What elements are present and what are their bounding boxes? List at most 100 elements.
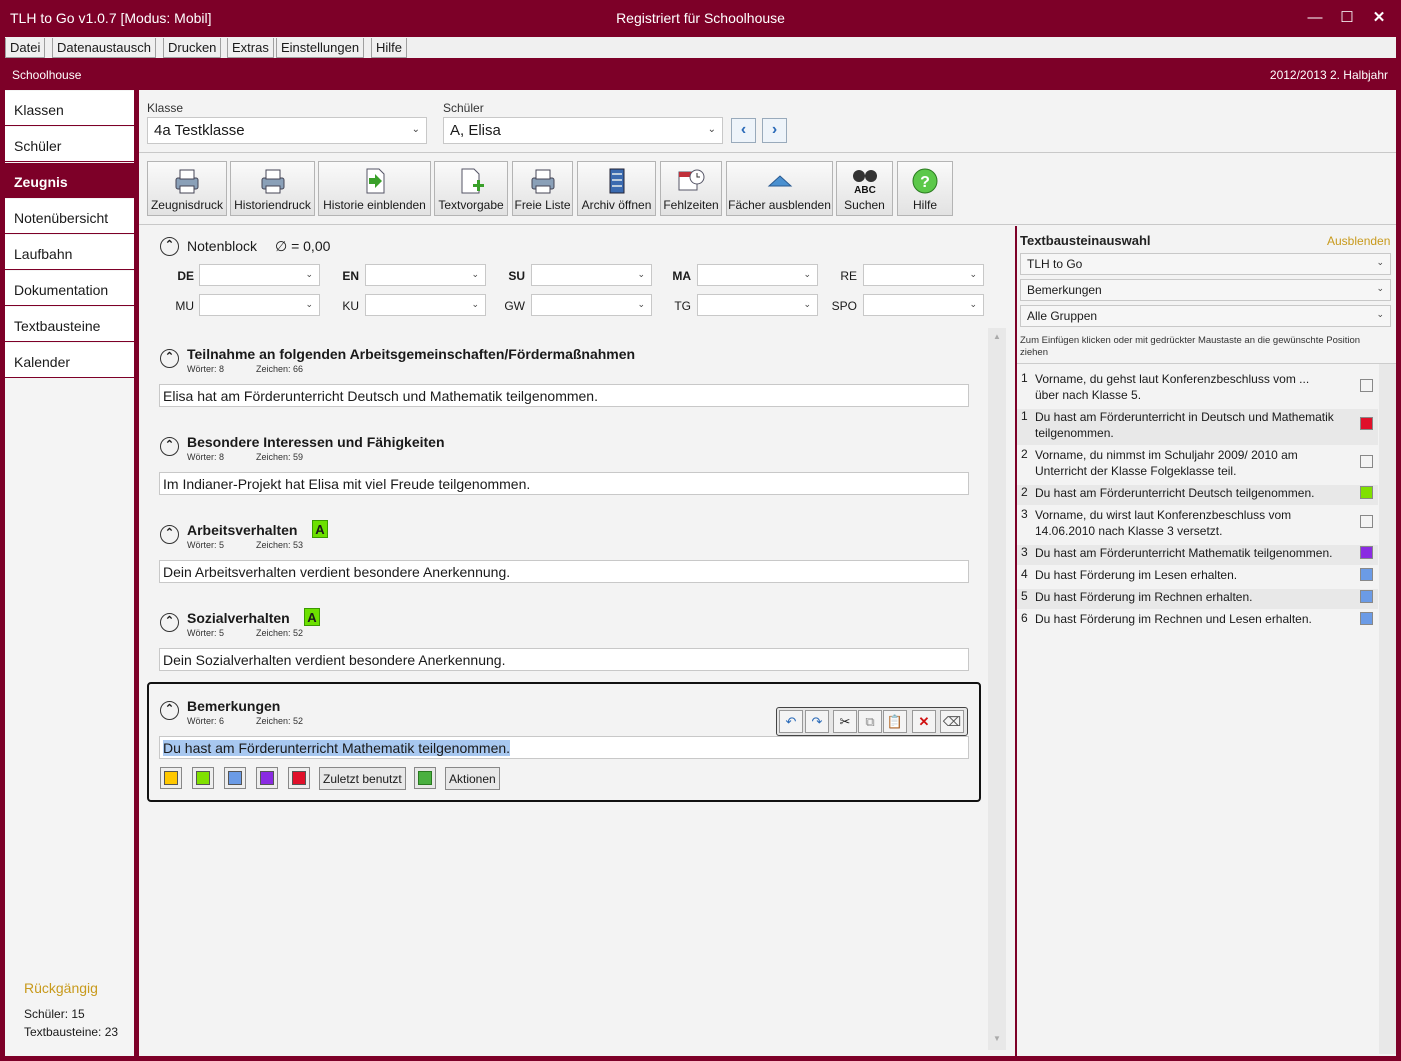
collapse-section-icon[interactable]: ⌃ [160,701,179,720]
grade-select-de[interactable]: ⌄ [199,264,320,286]
scroll-down-icon[interactable]: ▼ [993,1034,1001,1043]
close-icon[interactable]: ✕ [1367,6,1391,30]
color-swatch-yellow[interactable] [160,767,182,789]
textblock-item[interactable]: 1 Vorname, du gehst laut Konferenzbeschlu… [1017,371,1378,407]
collapse-section-icon[interactable]: ⌃ [160,437,179,456]
redo-icon[interactable]: ↷ [805,710,829,733]
sidebar-item-laufbahn[interactable]: Laufbahn [5,235,134,270]
grade-select-su[interactable]: ⌄ [531,264,652,286]
collapse-section-icon[interactable]: ⌃ [160,525,179,544]
undo-icon[interactable]: ↶ [779,710,803,733]
paste-icon[interactable]: 📋 [883,710,907,733]
textblock-item[interactable]: 3 Du hast am Förderunterricht Mathematik … [1017,545,1378,565]
grade-select-re[interactable]: ⌄ [863,264,984,286]
section-text-field[interactable]: Im Indianer-Projekt hat Elisa mit viel F… [159,472,969,495]
historie-einblenden-button[interactable]: Historie einblenden [318,161,431,216]
sidebar-item-schueler[interactable]: Schüler [5,127,134,162]
textblock-item[interactable]: 1 Du hast am Förderunterricht in Deutsch … [1017,409,1378,445]
textblock-item[interactable]: 2 Vorname, du nimmst im Schuljahr 2009/ 2… [1017,447,1378,483]
sidebar-item-zeugnis[interactable]: Zeugnis [5,163,134,198]
chevron-down-icon: ⌄ [637,299,645,309]
source-select[interactable]: TLH to Go ⌄ [1020,253,1391,275]
faecher-ausblenden-label: Fächer ausblenden [728,198,831,212]
minimize-icon[interactable]: — [1303,6,1327,30]
chevron-down-icon: ⌄ [305,269,313,279]
textblock-item[interactable]: 4 Du hast Förderung im Lesen erhalten. [1017,567,1378,587]
sidebar-item-textbausteine[interactable]: Textbausteine [5,307,134,342]
grade-select-gw[interactable]: ⌄ [531,294,652,316]
sidebar-item-dokumentation[interactable]: Dokumentation [5,271,134,306]
menu-datei[interactable]: Datei [5,38,46,58]
fehlzeiten-button[interactable]: Fehlzeiten [660,161,722,216]
collapse-section-icon[interactable]: ⌃ [160,613,179,632]
textblock-scrollbar[interactable] [1379,364,1396,1054]
grade-select-tg[interactable]: ⌄ [697,294,818,316]
grade-select-ma[interactable]: ⌄ [697,264,818,286]
maximize-icon[interactable]: ☐ [1335,6,1359,30]
freie-liste-button[interactable]: Freie Liste [512,161,573,216]
undo-link[interactable]: Rückgängig [24,980,98,996]
sidebar-item-notenuebersicht[interactable]: Notenübersicht [5,199,134,234]
group-select[interactable]: Alle Gruppen ⌄ [1020,305,1391,327]
section-text-field[interactable]: Dein Sozialverhalten verdient besondere … [159,648,969,671]
hilfe-button[interactable]: ? Hilfe [897,161,953,216]
recently-used-button[interactable]: Zuletzt benutzt [319,767,406,790]
color-swatch-blue[interactable] [224,767,246,789]
cut-icon[interactable]: ✂ [833,710,857,733]
item-color [1360,515,1373,528]
actions-button[interactable]: Aktionen [445,767,500,790]
student-select[interactable]: A, Elisa ⌄ [443,117,723,144]
section-text-field[interactable]: Elisa hat am Förderunterricht Deutsch un… [159,384,969,407]
color-swatch-red[interactable] [288,767,310,789]
delete-icon[interactable]: ✕ [912,710,936,733]
menu-drucken[interactable]: Drucken [163,38,222,58]
next-student-button[interactable]: › [762,118,787,143]
zeugnisdruck-button[interactable]: Zeugnisdruck [147,161,227,216]
menu-hilfe[interactable]: Hilfe [371,38,408,58]
copy-icon[interactable]: ⧉ [858,710,882,733]
grade-label-en: EN [342,269,359,283]
archiv-oeffnen-button[interactable]: Archiv öffnen [577,161,656,216]
insert-icon[interactable] [414,767,436,789]
item-number: 3 [1021,545,1028,559]
textblock-item[interactable]: 2 Du hast am Förderunterricht Deutsch tei… [1017,485,1378,505]
hide-panel-link[interactable]: Ausblenden [1327,234,1390,248]
faecher-ausblenden-button[interactable]: Fächer ausblenden [726,161,833,216]
textblock-item[interactable]: 6 Du hast Förderung im Rechnen und Lesen … [1017,611,1378,631]
sidebar-item-kalender[interactable]: Kalender [5,343,134,378]
grade-badge: A [312,520,328,538]
historiendruck-button[interactable]: Historiendruck [230,161,315,216]
collapse-section-icon[interactable]: ⌃ [160,349,179,368]
suchen-button[interactable]: ABC Suchen [836,161,893,216]
textblock-item[interactable]: 3 Vorname, du wirst laut Konferenzbeschlu… [1017,507,1378,543]
chevron-down-icon: ⌄ [305,299,313,309]
category-select[interactable]: Bemerkungen ⌄ [1020,279,1391,301]
section-text-field[interactable]: Du hast am Förderunterricht Mathematik t… [159,736,969,759]
textvorgabe-button[interactable]: Textvorgabe [434,161,508,216]
item-text: Du hast am Förderunterricht in Deutsch u… [1035,410,1334,440]
color-swatch-green[interactable] [192,767,214,789]
collapse-notenblock-icon[interactable]: ⌃ [160,237,179,256]
grade-select-spo[interactable]: ⌄ [863,294,984,316]
printer-icon [261,169,284,194]
menu-extras[interactable]: Extras [227,38,274,58]
menu-einstellungen[interactable]: Einstellungen [276,38,365,58]
menu-datenaustausch[interactable]: Datenaustausch [52,38,156,58]
chevron-down-icon: ⌄ [471,269,479,279]
sidebar-item-klassen[interactable]: Klassen [5,91,134,126]
grade-select-en[interactable]: ⌄ [365,264,486,286]
content-scrollbar[interactable]: ▲ ▼ [988,328,1006,1050]
scroll-up-icon[interactable]: ▲ [993,332,1001,341]
eraser-icon[interactable]: ⌫ [940,710,964,733]
color-swatch-purple[interactable] [256,767,278,789]
svg-text:?: ? [920,174,930,191]
class-select[interactable]: 4a Testklasse ⌄ [147,117,427,144]
item-text: Vorname, du wirst laut Konferenzbeschlus… [1035,508,1292,538]
textblock-item[interactable]: 5 Du hast Förderung im Rechnen erhalten. [1017,589,1378,609]
section-text-field[interactable]: Dein Arbeitsverhalten verdient besondere… [159,560,969,583]
archiv-oeffnen-label: Archiv öffnen [581,198,652,212]
grade-select-mu[interactable]: ⌄ [199,294,320,316]
grade-select-ku[interactable]: ⌄ [365,294,486,316]
previous-student-button[interactable]: ‹ [731,118,756,143]
printer-icon [175,169,199,194]
